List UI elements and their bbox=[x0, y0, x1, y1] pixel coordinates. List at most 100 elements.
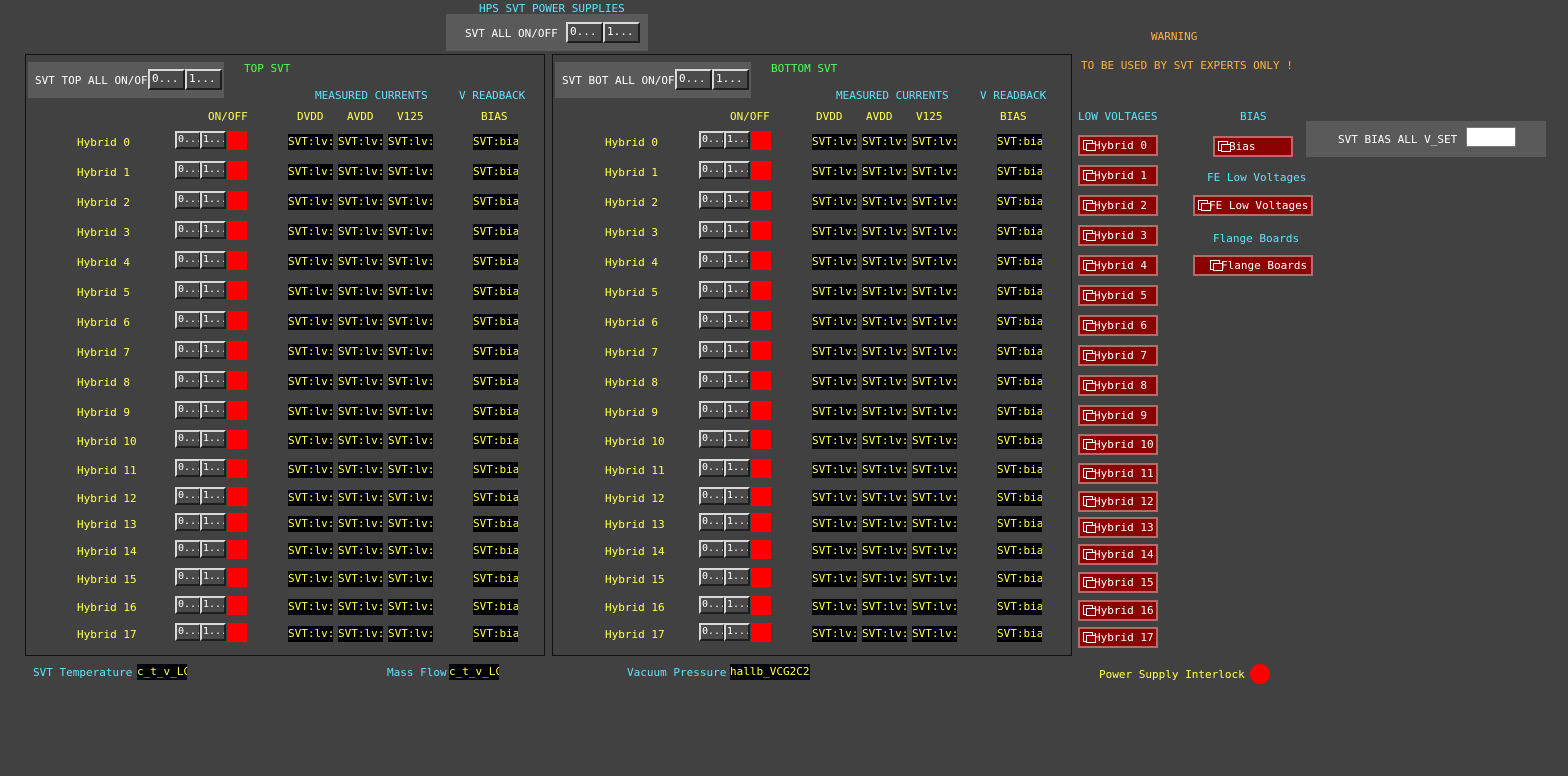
top-hybrid-on-button[interactable]: 1... bbox=[200, 540, 226, 558]
flange-boards-button[interactable]: Flange Boards bbox=[1193, 255, 1313, 276]
bottom-hybrid-off-button[interactable]: 0... bbox=[699, 596, 725, 614]
bottom-hybrid-off-button[interactable]: 0... bbox=[699, 281, 725, 299]
top-hybrid-off-button[interactable]: 0... bbox=[175, 131, 201, 149]
low-voltage-hybrid-button[interactable]: Hybrid 2 bbox=[1078, 195, 1158, 216]
top-hybrid-off-button[interactable]: 0... bbox=[175, 191, 201, 209]
top-hybrid-on-button[interactable]: 1... bbox=[200, 311, 226, 329]
top-hybrid-on-button[interactable]: 1... bbox=[200, 596, 226, 614]
top-hybrid-off-button[interactable]: 0... bbox=[175, 251, 201, 269]
top-hybrid-off-button[interactable]: 0... bbox=[175, 568, 201, 586]
top-hybrid-on-button[interactable]: 1... bbox=[200, 251, 226, 269]
svt-top-all-off-button[interactable]: 0... bbox=[148, 69, 185, 90]
top-hybrid-on-button[interactable]: 1... bbox=[200, 487, 226, 505]
svt-all-off-button[interactable]: 0... bbox=[566, 22, 603, 43]
top-hybrid-off-button[interactable]: 0... bbox=[175, 311, 201, 329]
top-hybrid-on-button[interactable]: 1... bbox=[200, 430, 226, 448]
low-voltage-hybrid-button[interactable]: Hybrid 12 bbox=[1078, 491, 1158, 512]
top-hybrid-off-button[interactable]: 0... bbox=[175, 623, 201, 641]
low-voltage-hybrid-button[interactable]: Hybrid 6 bbox=[1078, 315, 1158, 336]
top-hybrid-off-button[interactable]: 0... bbox=[175, 540, 201, 558]
low-voltage-hybrid-button[interactable]: Hybrid 5 bbox=[1078, 285, 1158, 306]
top-hybrid-on-button[interactable]: 1... bbox=[200, 568, 226, 586]
top-hybrid-off-button[interactable]: 0... bbox=[175, 371, 201, 389]
top-hybrid-on-button[interactable]: 1... bbox=[200, 459, 226, 477]
top-hybrid-off-button[interactable]: 0... bbox=[175, 161, 201, 179]
bottom-hybrid-on-button[interactable]: 1... bbox=[724, 401, 750, 419]
top-hybrid-off-button[interactable]: 0... bbox=[175, 459, 201, 477]
low-voltage-hybrid-button[interactable]: Hybrid 13 bbox=[1078, 517, 1158, 538]
top-hybrid-on-button[interactable]: 1... bbox=[200, 281, 226, 299]
bottom-hybrid-on-button[interactable]: 1... bbox=[724, 430, 750, 448]
bottom-hybrid-off-button[interactable]: 0... bbox=[699, 513, 725, 531]
top-hybrid-off-button[interactable]: 0... bbox=[175, 281, 201, 299]
bottom-hybrid-off-button[interactable]: 0... bbox=[699, 371, 725, 389]
low-voltage-hybrid-button[interactable]: Hybrid 7 bbox=[1078, 345, 1158, 366]
bottom-hybrid-on-button[interactable]: 1... bbox=[724, 459, 750, 477]
top-hybrid-off-button[interactable]: 0... bbox=[175, 430, 201, 448]
bottom-hybrid-off-button[interactable]: 0... bbox=[699, 311, 725, 329]
top-hybrid-off-button[interactable]: 0... bbox=[175, 487, 201, 505]
top-hybrid-on-button[interactable]: 1... bbox=[200, 341, 226, 359]
fe-low-voltages-button[interactable]: FE Low Voltages bbox=[1193, 195, 1313, 216]
bottom-hybrid-on-button[interactable]: 1... bbox=[724, 341, 750, 359]
low-voltage-hybrid-button[interactable]: Hybrid 9 bbox=[1078, 405, 1158, 426]
low-voltage-hybrid-button[interactable]: Hybrid 14 bbox=[1078, 544, 1158, 565]
bottom-hybrid-on-button[interactable]: 1... bbox=[724, 251, 750, 269]
bottom-hybrid-on-button[interactable]: 1... bbox=[724, 596, 750, 614]
low-voltage-hybrid-button[interactable]: Hybrid 4 bbox=[1078, 255, 1158, 276]
bias-related-display-button[interactable]: Bias bbox=[1213, 136, 1293, 157]
top-hybrid-off-button[interactable]: 0... bbox=[175, 341, 201, 359]
svt-bias-all-vset-input[interactable] bbox=[1466, 127, 1516, 147]
bottom-hybrid-off-button[interactable]: 0... bbox=[699, 341, 725, 359]
top-hybrid-on-button[interactable]: 1... bbox=[200, 371, 226, 389]
low-voltage-hybrid-button[interactable]: Hybrid 17 bbox=[1078, 627, 1158, 648]
top-hybrid-on-button[interactable]: 1... bbox=[200, 191, 226, 209]
low-voltage-hybrid-button[interactable]: Hybrid 10 bbox=[1078, 434, 1158, 455]
bottom-hybrid-off-button[interactable]: 0... bbox=[699, 161, 725, 179]
bottom-hybrid-on-button[interactable]: 1... bbox=[724, 371, 750, 389]
top-hybrid-on-button[interactable]: 1... bbox=[200, 131, 226, 149]
low-voltage-hybrid-button[interactable]: Hybrid 0 bbox=[1078, 135, 1158, 156]
bottom-hybrid-off-button[interactable]: 0... bbox=[699, 568, 725, 586]
bottom-hybrid-on-button[interactable]: 1... bbox=[724, 568, 750, 586]
bottom-hybrid-on-button[interactable]: 1... bbox=[724, 191, 750, 209]
svt-all-on-button[interactable]: 1... bbox=[603, 22, 640, 43]
top-hybrid-on-button[interactable]: 1... bbox=[200, 623, 226, 641]
bottom-hybrid-on-button[interactable]: 1... bbox=[724, 487, 750, 505]
bottom-hybrid-off-button[interactable]: 0... bbox=[699, 221, 725, 239]
bottom-hybrid-off-button[interactable]: 0... bbox=[699, 487, 725, 505]
svt-bot-all-off-button[interactable]: 0... bbox=[675, 69, 712, 90]
svt-top-all-on-button[interactable]: 1... bbox=[185, 69, 222, 90]
bottom-hybrid-off-button[interactable]: 0... bbox=[699, 401, 725, 419]
bottom-hybrid-on-button[interactable]: 1... bbox=[724, 281, 750, 299]
top-hybrid-off-button[interactable]: 0... bbox=[175, 401, 201, 419]
top-hybrid-on-button[interactable]: 1... bbox=[200, 221, 226, 239]
bottom-hybrid-off-button[interactable]: 0... bbox=[699, 191, 725, 209]
low-voltage-hybrid-button[interactable]: Hybrid 16 bbox=[1078, 600, 1158, 621]
bottom-hybrid-on-button[interactable]: 1... bbox=[724, 540, 750, 558]
low-voltage-hybrid-button[interactable]: Hybrid 11 bbox=[1078, 463, 1158, 484]
top-hybrid-off-button[interactable]: 0... bbox=[175, 221, 201, 239]
low-voltage-hybrid-button[interactable]: Hybrid 15 bbox=[1078, 572, 1158, 593]
low-voltage-hybrid-button[interactable]: Hybrid 3 bbox=[1078, 225, 1158, 246]
bottom-hybrid-off-button[interactable]: 0... bbox=[699, 623, 725, 641]
top-hybrid-on-button[interactable]: 1... bbox=[200, 161, 226, 179]
bottom-hybrid-off-button[interactable]: 0... bbox=[699, 459, 725, 477]
bottom-hybrid-off-button[interactable]: 0... bbox=[699, 430, 725, 448]
bottom-hybrid-off-button[interactable]: 0... bbox=[699, 540, 725, 558]
bottom-hybrid-on-button[interactable]: 1... bbox=[724, 311, 750, 329]
bottom-hybrid-on-button[interactable]: 1... bbox=[724, 221, 750, 239]
bottom-hybrid-on-button[interactable]: 1... bbox=[724, 623, 750, 641]
bottom-hybrid-on-button[interactable]: 1... bbox=[724, 513, 750, 531]
bottom-hybrid-on-button[interactable]: 1... bbox=[724, 131, 750, 149]
top-hybrid-on-button[interactable]: 1... bbox=[200, 513, 226, 531]
low-voltage-hybrid-button[interactable]: Hybrid 1 bbox=[1078, 165, 1158, 186]
bottom-hybrid-off-button[interactable]: 0... bbox=[699, 251, 725, 269]
top-hybrid-off-button[interactable]: 0... bbox=[175, 513, 201, 531]
top-hybrid-on-button[interactable]: 1... bbox=[200, 401, 226, 419]
bottom-hybrid-on-button[interactable]: 1... bbox=[724, 161, 750, 179]
svt-bot-all-on-button[interactable]: 1... bbox=[712, 69, 749, 90]
top-hybrid-off-button[interactable]: 0... bbox=[175, 596, 201, 614]
bottom-hybrid-off-button[interactable]: 0... bbox=[699, 131, 725, 149]
low-voltage-hybrid-button[interactable]: Hybrid 8 bbox=[1078, 375, 1158, 396]
